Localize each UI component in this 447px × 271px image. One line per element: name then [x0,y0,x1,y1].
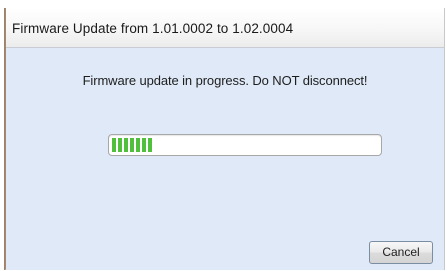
window-title: Firmware Update from 1.01.0002 to 1.02.0… [12,21,294,36]
dialog-content: Firmware update in progress. Do NOT disc… [6,48,444,270]
firmware-update-dialog: Firmware Update from 1.01.0002 to 1.02.0… [5,8,445,270]
status-message: Firmware update in progress. Do NOT disc… [82,73,368,88]
cancel-button[interactable]: Cancel [369,241,433,264]
title-bar[interactable]: Firmware Update from 1.01.0002 to 1.02.0… [6,8,444,48]
firmware-progress-bar [108,134,382,156]
progress-fill [112,138,152,152]
